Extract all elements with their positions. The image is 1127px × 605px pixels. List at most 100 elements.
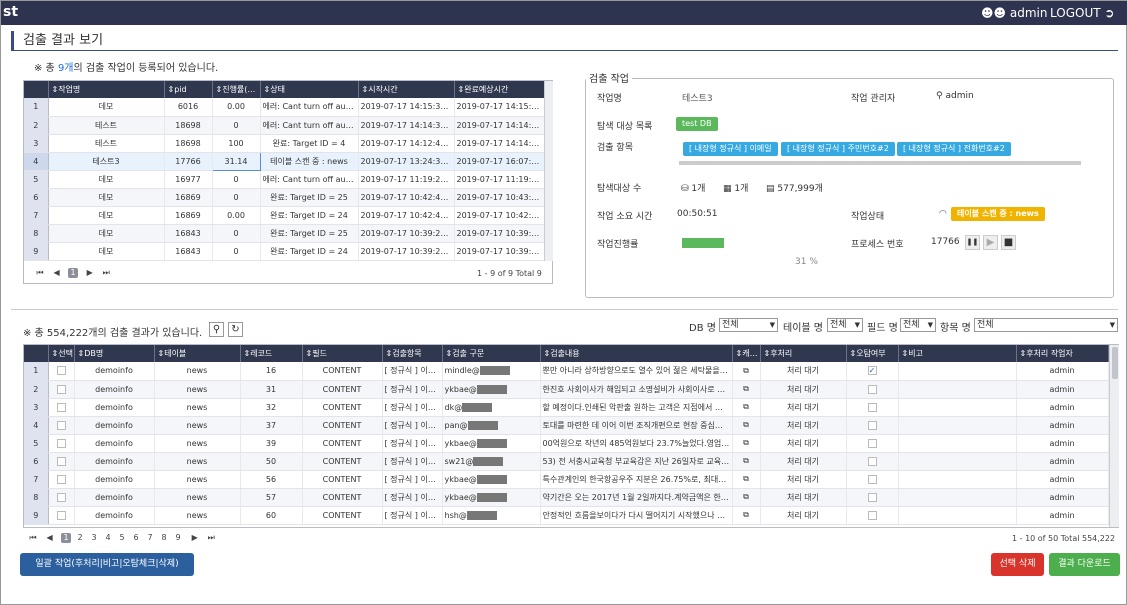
next-page-button[interactable]: ▶ — [85, 268, 95, 278]
page-button[interactable]: 1 — [61, 533, 72, 543]
column-header[interactable]: ⇕오탐여부 — [846, 345, 899, 362]
logout-button[interactable]: LOGOUT ➲ — [1050, 6, 1114, 20]
field-filter-select[interactable]: 전체 ▼ — [900, 318, 936, 332]
last-page-button[interactable]: ⏭ — [206, 533, 216, 543]
table-row[interactable]: 7 데모 16869 0.00 완료: Target ID = 24 2019-07-17… — [24, 206, 545, 225]
false-positive-checkbox[interactable] — [867, 384, 877, 394]
table-row[interactable]: 5 데모 16977 0 에러: Cant turn off aut… 2019-07-1… — [24, 170, 545, 189]
jobs-scrollbar[interactable] — [544, 81, 553, 261]
results-scrollbar[interactable] — [1109, 345, 1119, 527]
db-filter-select[interactable]: 전체 ▼ — [719, 318, 778, 332]
column-header[interactable]: ⇕DB명 — [74, 345, 155, 362]
remark-cell[interactable] — [898, 380, 1017, 399]
copy-icon[interactable]: ⧉ — [743, 438, 749, 447]
page-button[interactable]: 2 — [75, 533, 85, 543]
table-row[interactable]: 6 demoinfo news 50 CONTENT[ 정규식 ] 이메일 sw21@ 53… — [24, 452, 1109, 471]
column-header[interactable]: ⇕시작시간 — [358, 81, 455, 98]
remark-cell[interactable] — [898, 452, 1017, 471]
table-row[interactable]: 9 demoinfo news 60 CONTENT[ 정규식 ] 이메일 hsh@ 안정적… — [24, 506, 1109, 525]
table-row[interactable]: 8 데모 16843 0 완료: Target ID = 25 2019-07-17 10… — [24, 224, 545, 243]
false-positive-checkbox[interactable] — [867, 492, 877, 502]
table-row[interactable]: 3 테스트 18698 100 완료: Target ID = 4 2019-07-17 … — [24, 134, 545, 153]
table-row[interactable]: 5 demoinfo news 39 CONTENT[ 정규식 ] 이메일 ykbae@ 0… — [24, 434, 1109, 453]
results-scroll-thumb[interactable] — [1112, 347, 1118, 379]
column-header[interactable]: ⇕상태 — [260, 81, 359, 98]
table-row[interactable]: 9 데모 16843 0 완료: Target ID = 24 2019-07-17 10… — [24, 242, 545, 261]
false-positive-checkbox[interactable] — [867, 474, 877, 484]
remark-cell[interactable] — [898, 434, 1017, 453]
false-positive-checkbox[interactable] — [867, 420, 877, 430]
copy-icon[interactable]: ⧉ — [743, 420, 749, 429]
table-filter-select[interactable]: 전체 ▼ — [827, 318, 863, 332]
table-row[interactable]: 2 테스트 18698 0 에러: Cant turn off aut… 2019-07-… — [24, 116, 545, 135]
select-checkbox[interactable] — [56, 510, 66, 520]
table-row[interactable]: 7 demoinfo news 56 CONTENT[ 정규식 ] 이메일 ykbae@ 특… — [24, 470, 1109, 489]
item-filter-select[interactable]: 전체 ▼ — [974, 318, 1118, 332]
search-zoom-button[interactable]: ⚲ — [209, 322, 224, 337]
stop-button[interactable]: ■ — [1001, 235, 1016, 250]
copy-icon[interactable]: ⧉ — [743, 366, 749, 375]
pause-button[interactable]: ❚❚ — [965, 235, 980, 250]
remark-cell[interactable] — [898, 362, 1017, 381]
column-header[interactable]: ⇕필드 — [302, 345, 383, 362]
column-header[interactable]: ⇕작업명 — [48, 81, 165, 98]
remark-cell[interactable] — [898, 470, 1017, 489]
false-positive-checkbox[interactable] — [867, 510, 877, 520]
page-button[interactable]: 8 — [159, 533, 169, 543]
table-row[interactable]: 3 demoinfo news 32 CONTENT[ 정규식 ] 이메일 dk@ 할 예정… — [24, 398, 1109, 417]
false-positive-checkbox[interactable] — [867, 402, 877, 412]
column-header[interactable]: ⇕검출내용 — [540, 345, 733, 362]
column-header[interactable]: ⇕검출항목 — [382, 345, 443, 362]
column-header[interactable]: ⇕테이블 — [154, 345, 241, 362]
page-button[interactable]: 6 — [131, 533, 141, 543]
refresh-button[interactable]: ↻ — [228, 322, 243, 337]
select-checkbox[interactable] — [56, 420, 66, 430]
first-page-button[interactable]: ⏮ — [28, 533, 38, 543]
copy-icon[interactable]: ⧉ — [743, 456, 749, 465]
items-scrollbar[interactable] — [679, 161, 1081, 165]
select-checkbox[interactable] — [56, 456, 66, 466]
table-row[interactable]: 1 데모 6016 0.00 에러: Cant turn off aut… 2019-07… — [24, 98, 545, 117]
column-header[interactable]: ⇕캐… — [732, 345, 761, 362]
page-button[interactable]: 7 — [145, 533, 155, 543]
select-checkbox[interactable] — [56, 474, 66, 484]
prev-page-button[interactable]: ◀ — [45, 533, 55, 543]
table-row[interactable]: 8 demoinfo news 57 CONTENT[ 정규식 ] 이메일 ykbae@ 약… — [24, 488, 1109, 507]
user-menu[interactable]: ☻☻ admin — [981, 6, 1047, 20]
remark-cell[interactable] — [898, 506, 1017, 525]
last-page-button[interactable]: ⏭ — [101, 268, 111, 278]
column-header[interactable]: ⇕완료예상시간 — [454, 81, 545, 98]
page-button[interactable]: 9 — [173, 533, 183, 543]
column-header[interactable]: ⇕검출 구문 — [442, 345, 541, 362]
column-header[interactable]: ⇕비고 — [898, 345, 1017, 362]
table-row[interactable]: 2 demoinfo news 31 CONTENT[ 정규식 ] 이메일 ykbae@ 한… — [24, 380, 1109, 399]
column-header[interactable]: ⇕선택 — [48, 345, 75, 362]
table-row[interactable]: 6 데모 16869 0 완료: Target ID = 25 2019-07-17 10… — [24, 188, 545, 207]
select-checkbox[interactable] — [56, 492, 66, 502]
column-header[interactable]: ⇕후처리 작업자 — [1016, 345, 1109, 362]
delete-selected-button[interactable]: 선택 삭제 — [991, 553, 1044, 576]
select-checkbox[interactable] — [56, 366, 66, 376]
page-button[interactable]: 4 — [103, 533, 113, 543]
copy-icon[interactable]: ⧉ — [743, 510, 749, 519]
select-checkbox[interactable] — [56, 402, 66, 412]
batch-action-button[interactable]: 일괄 작업(후처리|비고|오탐체크|삭제) — [20, 553, 194, 576]
copy-icon[interactable]: ⧉ — [743, 492, 749, 501]
remark-cell[interactable] — [898, 416, 1017, 435]
download-results-button[interactable]: 결과 다운로드 — [1049, 553, 1120, 576]
prev-page-button[interactable]: ◀ — [52, 268, 62, 278]
table-row[interactable]: 1 demoinfo news 16 CONTENT[ 정규식 ] 이메일 mindle@… — [24, 362, 1109, 381]
column-header[interactable]: ⇕진행률(… — [212, 81, 261, 98]
table-row[interactable]: 4 테스트3 17766 31.14 테이블 스캔 중 : news 2019-07-17… — [24, 151, 545, 171]
select-checkbox[interactable] — [56, 438, 66, 448]
copy-icon[interactable]: ⧉ — [743, 384, 749, 393]
false-positive-checkbox[interactable]: ✓ — [867, 366, 877, 376]
column-header[interactable]: ⇕레코드 — [240, 345, 303, 362]
false-positive-checkbox[interactable] — [867, 456, 877, 466]
page-button[interactable]: 5 — [117, 533, 127, 543]
column-header[interactable]: ⇕후처리 — [760, 345, 847, 362]
copy-icon[interactable]: ⧉ — [743, 402, 749, 411]
remark-cell[interactable] — [898, 398, 1017, 417]
first-page-button[interactable]: ⏮ — [35, 268, 45, 278]
page-button[interactable]: 1 — [68, 268, 79, 278]
